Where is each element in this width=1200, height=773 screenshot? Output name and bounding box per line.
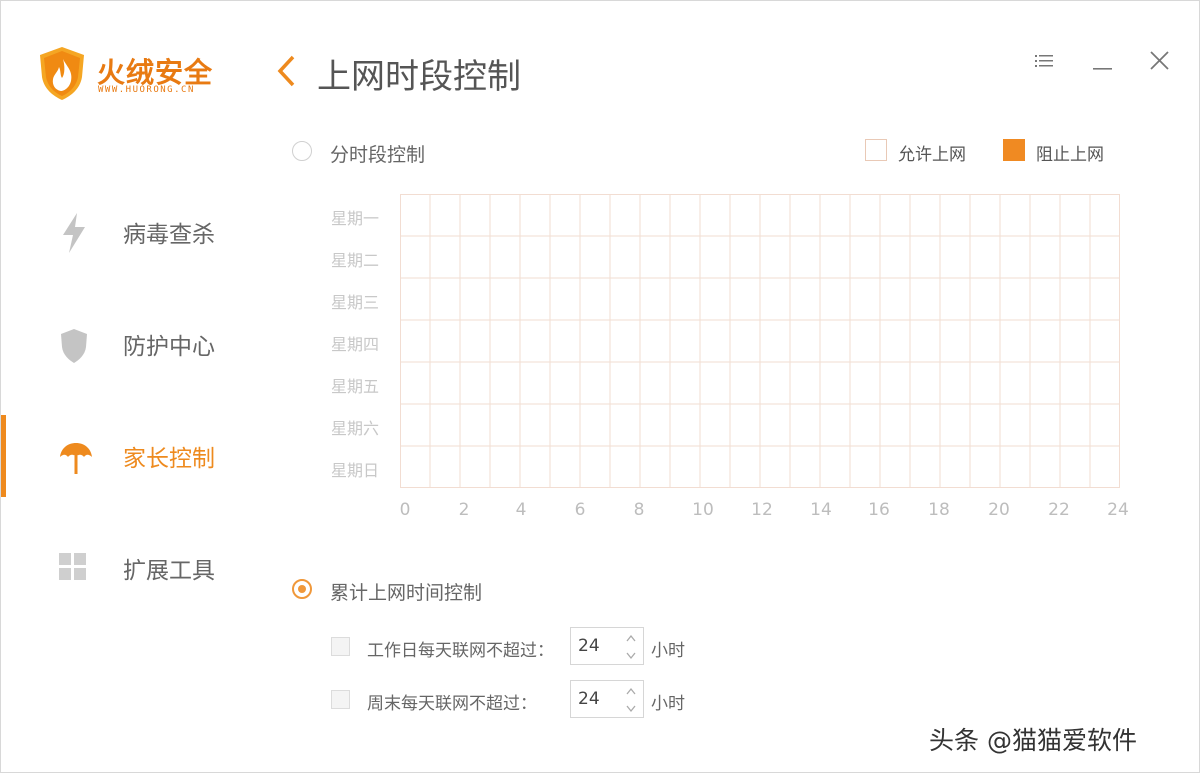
hour-tick-label: 22 xyxy=(1048,500,1070,520)
block-legend-swatch xyxy=(1003,139,1025,161)
close-icon xyxy=(1150,51,1169,70)
umbrella-icon xyxy=(59,441,92,474)
sidebar-item-protection-center[interactable]: 防护中心 xyxy=(1,305,251,385)
huorong-logo-icon xyxy=(37,45,87,105)
total-time-control-label: 累计上网时间控制 xyxy=(330,582,483,604)
day-label: 星期四 xyxy=(331,335,380,354)
minimize-button[interactable] xyxy=(1091,49,1117,75)
sidebar-item-virus-scan[interactable]: 病毒查杀 xyxy=(1,193,251,273)
chevron-left-icon xyxy=(277,55,295,87)
close-button[interactable] xyxy=(1147,49,1173,75)
sidebar: 火绒安全 WWW.HUORONG.CN 病毒查杀 防护中心 家长控制 扩展工具 xyxy=(1,1,251,772)
hour-tick-label: 14 xyxy=(810,500,832,520)
allow-legend-label: 允许上网 xyxy=(898,145,966,165)
hour-tick-label: 18 xyxy=(928,500,950,520)
hour-tick-label: 20 xyxy=(988,500,1010,520)
hour-tick-label: 8 xyxy=(633,500,645,520)
menu-icon xyxy=(1035,55,1053,67)
hour-tick-label: 6 xyxy=(574,500,586,520)
hour-tick-label: 12 xyxy=(751,500,773,520)
weekend-limit-checkbox[interactable] xyxy=(331,690,350,709)
day-label: 星期五 xyxy=(331,377,380,396)
app-url: WWW.HUORONG.CN xyxy=(98,85,195,95)
app-window: 火绒安全 WWW.HUORONG.CN 病毒查杀 防护中心 家长控制 扩展工具 … xyxy=(0,0,1200,773)
stepper-arrows-icon[interactable] xyxy=(625,686,637,714)
day-label: 星期三 xyxy=(331,293,380,312)
day-label: 星期日 xyxy=(331,461,380,480)
schedule-control-label: 分时段控制 xyxy=(330,144,426,166)
lightning-icon xyxy=(59,213,91,253)
page-title: 上网时段控制 xyxy=(317,57,521,97)
menu-button[interactable] xyxy=(1033,49,1059,75)
minimize-icon xyxy=(1093,68,1112,70)
weekend-hours-unit: 小时 xyxy=(651,694,685,714)
schedule-grid[interactable] xyxy=(400,194,1120,488)
total-time-control-radio[interactable] xyxy=(292,579,312,599)
allow-legend-swatch xyxy=(865,139,887,161)
stepper-arrows-icon[interactable] xyxy=(625,633,637,661)
hour-tick-label: 24 xyxy=(1107,500,1129,520)
sidebar-item-label: 扩展工具 xyxy=(123,558,215,584)
weekday-limit-label: 工作日每天联网不超过： xyxy=(367,641,554,661)
day-label: 星期二 xyxy=(331,251,380,270)
day-label: 星期六 xyxy=(331,419,380,438)
block-legend-label: 阻止上网 xyxy=(1036,145,1104,165)
back-button[interactable] xyxy=(273,53,303,89)
grid-apps-icon xyxy=(59,553,91,585)
schedule-control-radio[interactable] xyxy=(292,141,312,161)
weekday-limit-checkbox[interactable] xyxy=(331,637,350,656)
weekend-hours-stepper[interactable]: 24 xyxy=(570,680,644,718)
hour-tick-label: 2 xyxy=(458,500,470,520)
sidebar-item-label: 防护中心 xyxy=(123,334,215,360)
hour-tick-label: 10 xyxy=(692,500,714,520)
weekday-hours-unit: 小时 xyxy=(651,641,685,661)
weekend-hours-value: 24 xyxy=(578,689,600,709)
sidebar-item-label: 病毒查杀 xyxy=(123,222,215,248)
day-label: 星期一 xyxy=(331,209,380,228)
sidebar-item-label: 家长控制 xyxy=(123,446,215,472)
weekday-hours-value: 24 xyxy=(578,636,600,656)
schedule-grid-lines xyxy=(400,194,1120,488)
sidebar-item-extension-tools[interactable]: 扩展工具 xyxy=(1,529,251,609)
sidebar-item-parental-control[interactable]: 家长控制 xyxy=(1,417,251,497)
weekday-hours-stepper[interactable]: 24 xyxy=(570,627,644,665)
hour-tick-label: 16 xyxy=(868,500,890,520)
hour-tick-label: 4 xyxy=(515,500,527,520)
hour-tick-label: 0 xyxy=(399,500,411,520)
shield-icon xyxy=(59,329,91,363)
watermark-text: 头条 @猫猫爱软件 xyxy=(929,726,1137,755)
weekend-limit-label: 周末每天联网不超过： xyxy=(367,694,537,714)
